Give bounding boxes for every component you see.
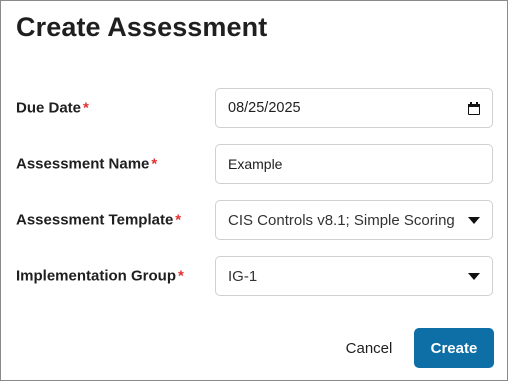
calendar-icon[interactable] (468, 101, 480, 115)
assessment-template-value: CIS Controls v8.1; Simple Scoring (228, 211, 455, 229)
implementation-group-value: IG-1 (228, 267, 258, 285)
implementation-group-row: Implementation Group * IG-1 (16, 256, 493, 296)
assessment-name-value: Example (228, 156, 283, 172)
due-date-label: Due Date * (16, 99, 89, 117)
required-marker: * (178, 267, 184, 285)
chevron-down-icon[interactable] (468, 272, 480, 280)
assessment-name-input[interactable]: Example (215, 144, 493, 184)
assessment-template-row: Assessment Template * CIS Controls v8.1; … (16, 200, 493, 240)
assessment-name-label: Assessment Name * (16, 155, 158, 173)
assessment-template-label: Assessment Template * (16, 211, 182, 229)
assessment-name-row: Assessment Name * Example (16, 144, 493, 184)
required-marker: * (151, 155, 158, 173)
create-assessment-dialog: Create Assessment Due Date * 08/25/2025 A… (0, 0, 508, 381)
assessment-template-select[interactable]: CIS Controls v8.1; Simple Scoring (215, 200, 493, 240)
required-marker: * (83, 99, 89, 117)
create-button[interactable]: Create (414, 328, 494, 368)
due-date-value: 08/25/2025 (228, 100, 301, 116)
implementation-group-select[interactable]: IG-1 (215, 256, 493, 296)
dialog-title: Create Assessment (16, 12, 268, 42)
due-date-row: Due Date * 08/25/2025 (16, 88, 493, 128)
required-marker: * (175, 211, 182, 229)
chevron-down-icon[interactable] (468, 216, 480, 224)
implementation-group-label: Implementation Group * (16, 267, 184, 285)
due-date-input[interactable]: 08/25/2025 (215, 88, 493, 128)
cancel-button[interactable]: Cancel (331, 328, 407, 368)
